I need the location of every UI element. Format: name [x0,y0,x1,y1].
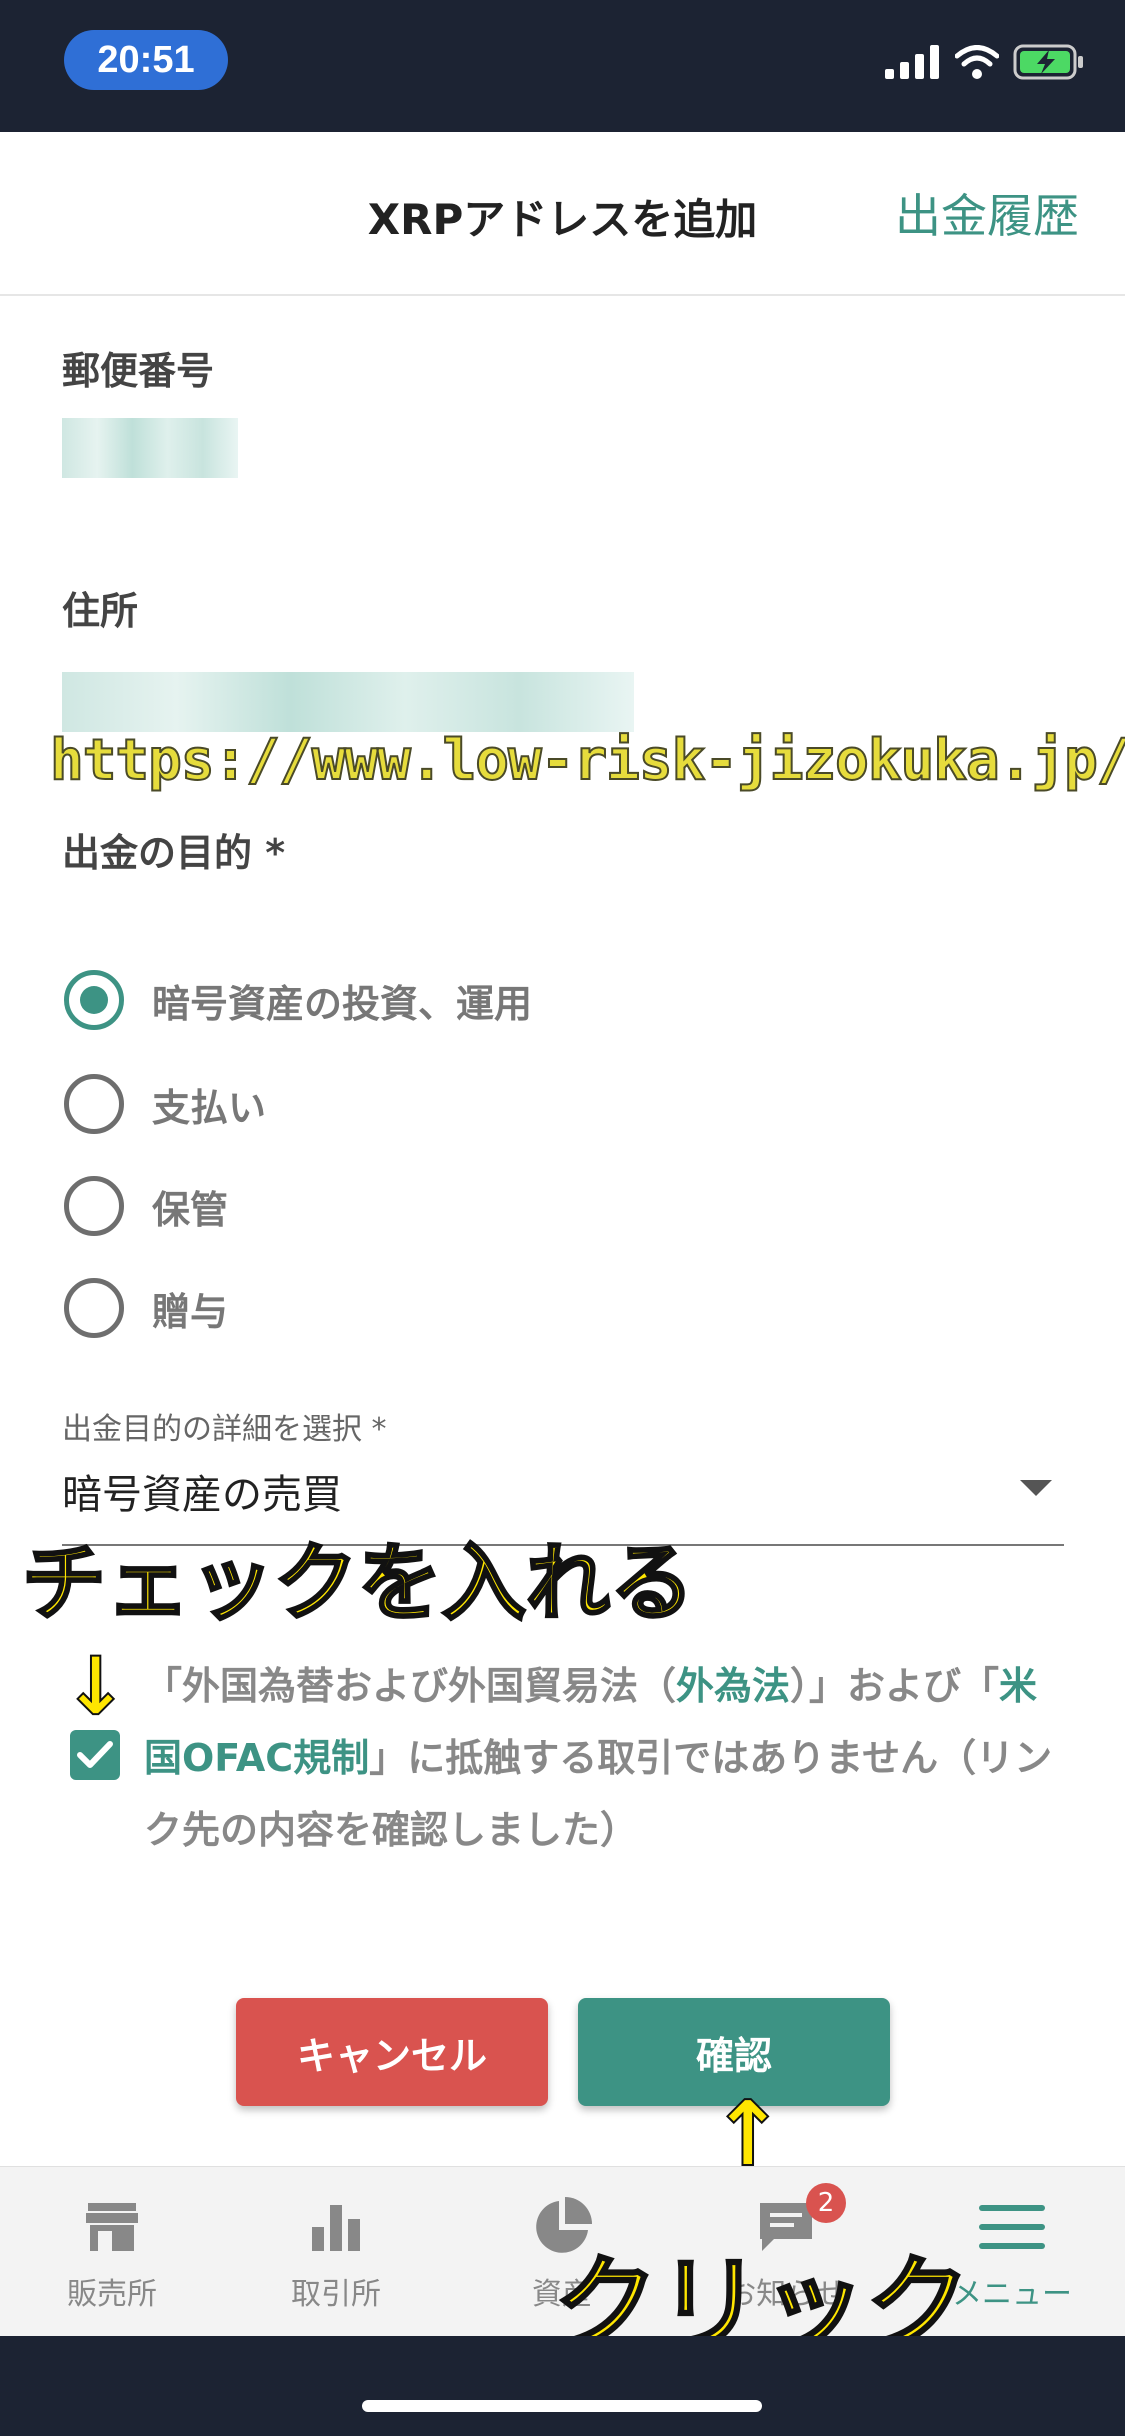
tab-exchange[interactable]: 取引所 [236,2197,436,2313]
battery-charging-icon [1013,44,1083,80]
dropdown-caret-icon[interactable] [1020,1480,1052,1496]
radio-unselected-icon[interactable] [64,1176,124,1236]
withdrawal-history-link[interactable]: 出金履歴 [895,180,1079,246]
purpose-option-label: 保管 [152,1187,229,1232]
cellular-signal-icon [885,45,939,79]
agreement-text-part: 「外国為替および外国貿易法（ [144,1664,677,1708]
postal-code-label: 郵便番号 [62,349,215,393]
postal-code-value-redacted [62,418,238,478]
wifi-icon [955,45,999,79]
annotation-check-note: チェックを入れる [20,1533,695,1634]
forex-law-link[interactable]: 外為法 [676,1664,790,1708]
radio-unselected-icon[interactable] [64,1074,124,1134]
store-icon [86,2203,138,2251]
status-time: 20:51 [64,30,228,90]
tab-store[interactable]: 販売所 [12,2197,212,2313]
address-label: 住所 [62,589,139,633]
home-indicator[interactable] [362,2400,762,2412]
agreement-checkbox[interactable] [70,1730,120,1780]
purpose-option-label: 暗号資産の投資、運用 [152,981,533,1026]
annotation-arrow-down-icon: ↓ [61,1639,130,1734]
address-value-redacted [62,672,634,732]
cancel-button[interactable]: キャンセル [236,1998,548,2106]
purpose-option-label: 贈与 [152,1289,229,1334]
purpose-detail-select[interactable]: 暗号資産の売買 [62,1462,342,1520]
purpose-option-investment[interactable]: 暗号資産の投資、運用 [64,968,532,1032]
purpose-detail-select-label: 出金目的の詳細を選択 * [62,1412,387,1447]
tab-label: 取引所 [291,2277,381,2312]
menu-icon [979,2205,1045,2249]
status-icons [885,44,1085,80]
agreement-text: 「外国為替および外国貿易法（外為法）」および「米国OFAC規制」に抵触する取引で… [144,1650,1064,1866]
home-indicator-area [0,2336,1125,2436]
purpose-option-label: 支払い [152,1085,267,1130]
tab-label: 販売所 [67,2277,157,2312]
watermark-url: https://www.low-risk-jizokuka.jp/ [49,727,1125,794]
purpose-option-storage[interactable]: 保管 [64,1174,228,1238]
bar-chart-icon [312,2205,360,2251]
radio-selected-icon[interactable] [64,970,124,1030]
status-bar: 20:51 [0,0,1125,132]
annotation-arrow-up-icon: ↑ [709,2081,786,2188]
page-header: XRPアドレスを追加 出金履歴 [0,132,1125,296]
radio-unselected-icon[interactable] [64,1278,124,1338]
purpose-label: 出金の目的 * [62,831,286,875]
agreement-text-part: ）」および「 [790,1664,1000,1708]
checkmark-icon [77,1741,113,1768]
purpose-option-gift[interactable]: 贈与 [64,1276,228,1340]
purpose-option-payment[interactable]: 支払い [64,1072,266,1136]
notification-badge: 2 [806,2183,846,2223]
